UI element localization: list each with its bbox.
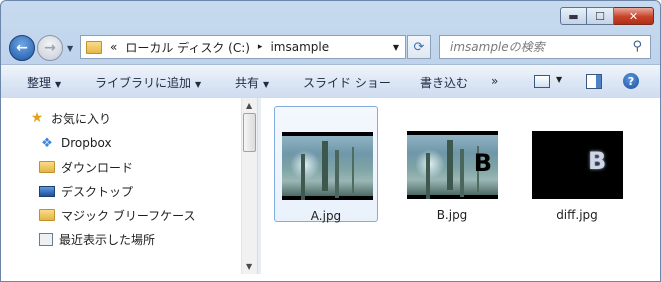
breadcrumb-separator-icon[interactable]: ▸ bbox=[258, 42, 263, 52]
sidebar-item-briefcase[interactable]: マジック ブリーフケース bbox=[39, 205, 196, 225]
change-view-icon[interactable] bbox=[534, 75, 550, 88]
search-box: ⚲ bbox=[439, 35, 651, 59]
thumbnail-overlay-text: B bbox=[588, 147, 607, 175]
burn-button[interactable]: 書き込む bbox=[420, 74, 468, 91]
sidebar-item-label: デスクトップ bbox=[61, 184, 134, 199]
chevron-down-icon: ▼ bbox=[55, 80, 62, 89]
organize-button[interactable]: 整理 ▼ bbox=[27, 74, 61, 91]
address-row: ← → ▼ « ローカル ディスク (C:) ▸ imsample ▼ ⟳ ⚲ bbox=[1, 31, 660, 63]
dropbox-icon: ❖ bbox=[41, 135, 53, 151]
file-name: B.jpg bbox=[436, 208, 468, 222]
scroll-up-icon[interactable]: ▲ bbox=[246, 101, 252, 110]
sidebar-item-label: Dropbox bbox=[61, 136, 112, 150]
desktop-icon bbox=[39, 185, 55, 197]
address-dropdown-icon[interactable]: ▼ bbox=[393, 43, 399, 52]
chevron-down-icon: ▼ bbox=[263, 80, 270, 89]
sidebar-item-favorites[interactable]: ★ お気に入り bbox=[29, 108, 111, 128]
refresh-button[interactable]: ⟳ bbox=[407, 35, 431, 59]
explorer-window: ▬ ☐ ✕ ← → ▼ « ローカル ディスク (C:) ▸ imsample … bbox=[0, 0, 661, 282]
add-to-library-button[interactable]: ライブラリに追加 ▼ bbox=[95, 74, 201, 91]
search-input[interactable] bbox=[448, 39, 622, 55]
help-icon[interactable]: ? bbox=[623, 73, 639, 89]
folder-icon bbox=[86, 40, 102, 54]
sidebar-item-label: マジック ブリーフケース bbox=[61, 208, 196, 223]
sidebar-item-label: お気に入り bbox=[51, 111, 112, 126]
breadcrumb-imsample[interactable]: imsample bbox=[270, 40, 329, 54]
recent-places-icon bbox=[39, 232, 53, 246]
preview-pane-icon[interactable] bbox=[586, 74, 602, 89]
sidebar-scrollbar[interactable]: ▲ ▼ bbox=[241, 98, 258, 274]
file-name: diff.jpg bbox=[556, 208, 598, 222]
content-area: ★ お気に入り ❖ Dropbox ダウンロード デスクトップ マジック ブリー… bbox=[1, 98, 660, 281]
address-bar[interactable]: « ローカル ディスク (C:) ▸ imsample ▼ bbox=[80, 35, 406, 59]
organize-label: 整理 bbox=[27, 76, 52, 90]
back-button[interactable]: ← bbox=[9, 35, 35, 61]
close-button[interactable]: ✕ bbox=[614, 7, 654, 25]
image-thumbnail: B bbox=[532, 131, 623, 199]
forward-button[interactable]: → bbox=[37, 35, 63, 61]
forward-arrow-icon: → bbox=[44, 40, 56, 56]
sidebar-item-label: 最近表示した場所 bbox=[59, 232, 156, 247]
share-label: 共有 bbox=[235, 76, 260, 90]
navigation-pane: ★ お気に入り ❖ Dropbox ダウンロード デスクトップ マジック ブリー… bbox=[1, 98, 258, 274]
sidebar-item-downloads[interactable]: ダウンロード bbox=[39, 157, 133, 177]
view-options-dropdown-icon[interactable]: ▼ bbox=[556, 75, 562, 84]
refresh-icon: ⟳ bbox=[413, 39, 425, 55]
breadcrumb-local-disk[interactable]: ローカル ディスク (C:) bbox=[125, 39, 250, 56]
scrollbar-thumb[interactable] bbox=[243, 113, 256, 152]
sidebar-item-dropbox[interactable]: ❖ Dropbox bbox=[39, 133, 112, 153]
command-bar: 整理 ▼ ライブラリに追加 ▼ 共有 ▼ スライド ショー 書き込む » ▼ ? bbox=[1, 64, 660, 99]
file-item-b[interactable]: B B.jpg bbox=[400, 106, 504, 222]
scroll-down-icon[interactable]: ▼ bbox=[246, 262, 252, 271]
sidebar-item-desktop[interactable]: デスクトップ bbox=[39, 181, 133, 201]
image-thumbnail: B bbox=[407, 131, 498, 199]
more-commands-button[interactable]: » bbox=[491, 74, 498, 88]
sidebar-item-label: ダウンロード bbox=[61, 160, 134, 175]
sidebar-item-recent-places[interactable]: 最近表示した場所 bbox=[39, 229, 155, 249]
recent-pages-dropdown-icon[interactable]: ▼ bbox=[67, 44, 73, 53]
title-bar[interactable]: ▬ ☐ ✕ bbox=[1, 1, 660, 31]
maximize-button[interactable]: ☐ bbox=[587, 7, 614, 25]
file-name: A.jpg bbox=[310, 209, 342, 223]
thumbnail-overlay-text: B bbox=[473, 149, 492, 177]
share-button[interactable]: 共有 ▼ bbox=[235, 74, 269, 91]
back-arrow-icon: ← bbox=[16, 40, 28, 56]
window-controls: ▬ ☐ ✕ bbox=[560, 7, 654, 25]
slideshow-button[interactable]: スライド ショー bbox=[303, 74, 391, 91]
briefcase-folder-icon bbox=[39, 209, 55, 221]
file-item-a[interactable]: A.jpg bbox=[274, 106, 378, 223]
download-folder-icon bbox=[39, 161, 55, 173]
minimize-button[interactable]: ▬ bbox=[560, 7, 587, 25]
search-icon[interactable]: ⚲ bbox=[632, 39, 642, 54]
add-to-library-label: ライブラリに追加 bbox=[95, 76, 192, 90]
star-icon: ★ bbox=[30, 110, 44, 126]
forest-scene-image bbox=[282, 136, 373, 196]
image-thumbnail bbox=[282, 132, 373, 200]
chevron-down-icon: ▼ bbox=[195, 80, 202, 89]
file-item-diff[interactable]: B diff.jpg bbox=[525, 106, 629, 222]
file-list: A.jpg B B.jpg B diff.jpg bbox=[261, 98, 660, 274]
breadcrumb-overflow[interactable]: « bbox=[110, 40, 117, 54]
